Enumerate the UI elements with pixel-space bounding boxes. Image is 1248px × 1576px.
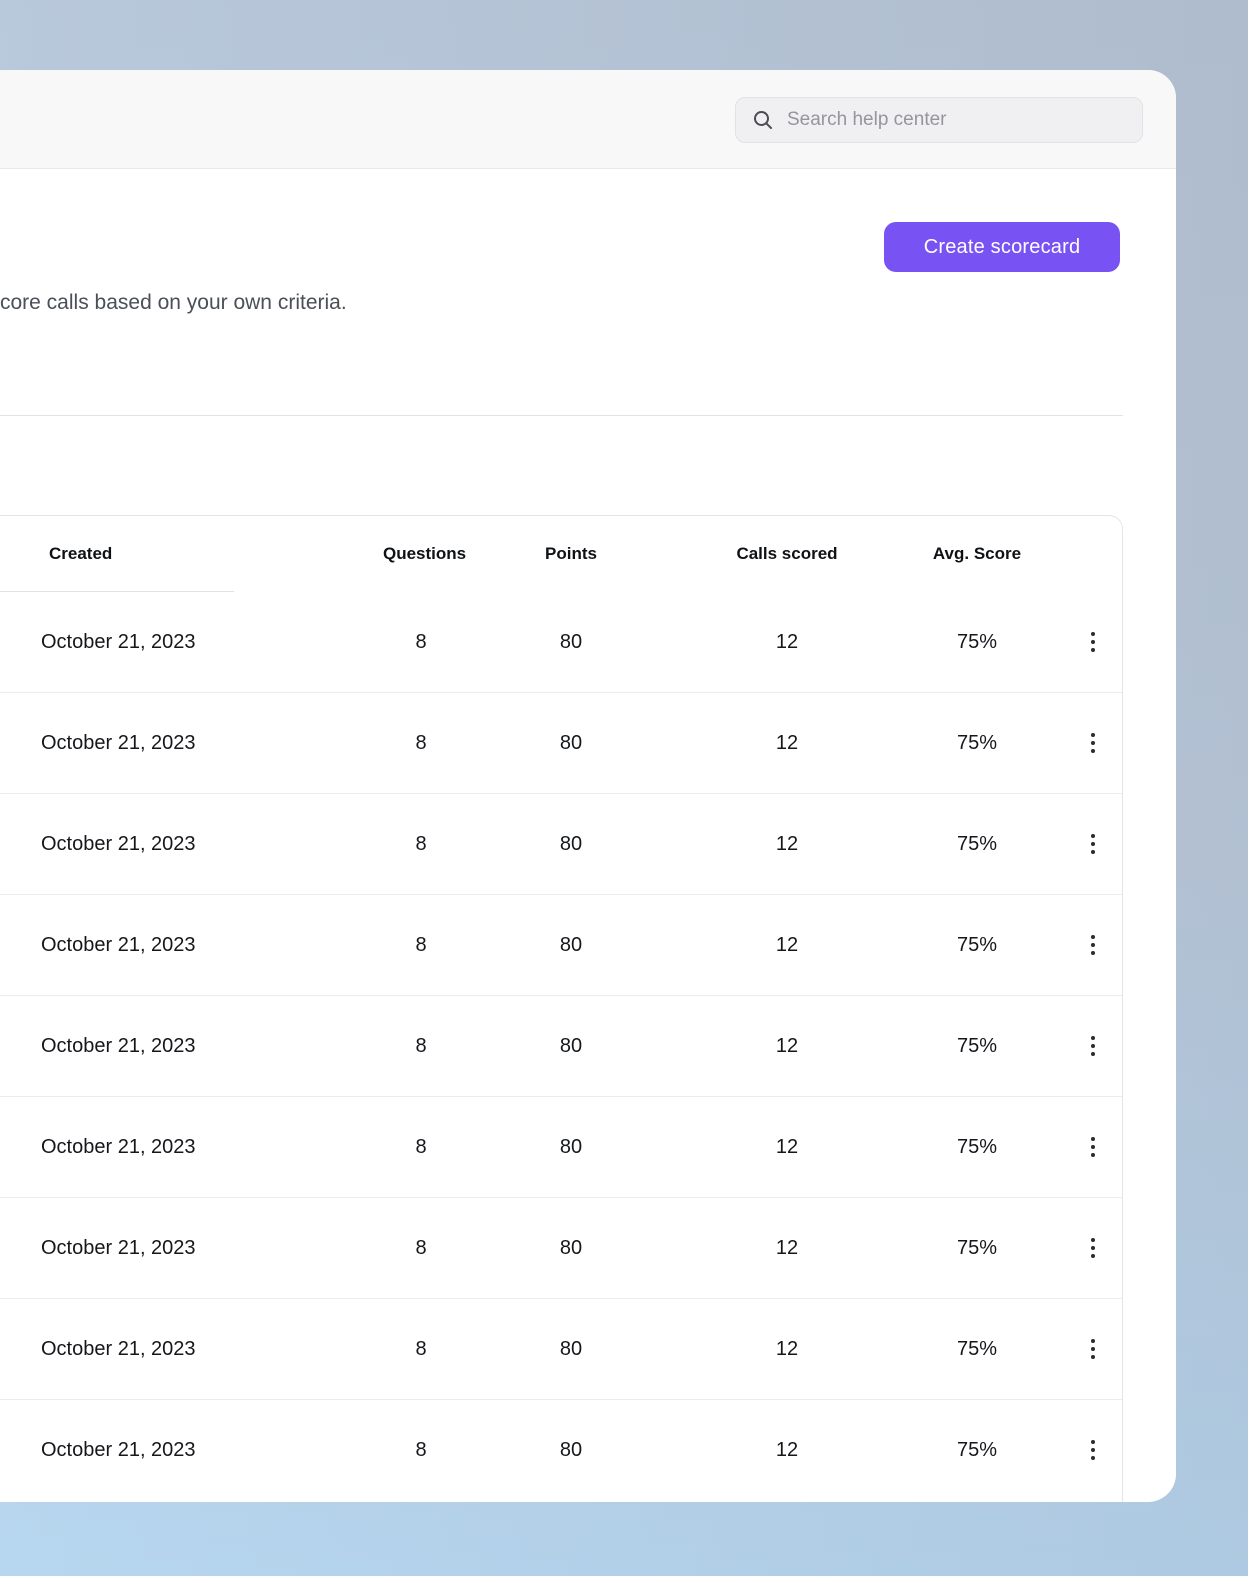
created-column-underline: [0, 591, 234, 592]
cell-avg-score: 75%: [891, 833, 1063, 856]
table-row[interactable]: October 21, 2023 8 80 12 75%: [0, 1197, 1122, 1298]
cell-questions: 8: [383, 1136, 459, 1159]
cell-avg-score: 75%: [891, 1237, 1063, 1260]
cell-created: October 21, 2023: [0, 1439, 383, 1462]
row-menu-button[interactable]: [1073, 1228, 1113, 1268]
cell-calls-scored: 12: [683, 631, 891, 654]
cell-created: October 21, 2023: [0, 631, 383, 654]
cell-points: 80: [459, 1439, 683, 1462]
cell-created: October 21, 2023: [0, 1338, 383, 1361]
cell-calls-scored: 12: [683, 1338, 891, 1361]
help-topbar: [0, 70, 1176, 169]
cell-questions: 8: [383, 1439, 459, 1462]
cell-calls-scored: 12: [683, 1439, 891, 1462]
cell-avg-score: 75%: [891, 1439, 1063, 1462]
column-header-questions: Questions: [383, 544, 459, 564]
page-description: core calls based on your own criteria.: [0, 291, 347, 315]
kebab-menu-icon: [1091, 640, 1095, 644]
search-icon: [752, 109, 774, 131]
kebab-menu-icon: [1091, 1347, 1095, 1351]
cell-calls-scored: 12: [683, 1136, 891, 1159]
column-header-calls-scored: Calls scored: [683, 544, 891, 564]
cell-calls-scored: 12: [683, 833, 891, 856]
cell-avg-score: 75%: [891, 934, 1063, 957]
table-row[interactable]: October 21, 2023 8 80 12 75%: [0, 1298, 1122, 1399]
table-row[interactable]: October 21, 2023 8 80 12 75%: [0, 1399, 1122, 1500]
table-body: October 21, 2023 8 80 12 75% October 21,…: [0, 592, 1122, 1500]
table-row[interactable]: October 21, 2023 8 80 12 75%: [0, 1096, 1122, 1197]
row-menu-button[interactable]: [1073, 925, 1113, 965]
table-row[interactable]: October 21, 2023 8 80 12 75%: [0, 692, 1122, 793]
table-row[interactable]: October 21, 2023 8 80 12 75%: [0, 995, 1122, 1096]
cell-points: 80: [459, 631, 683, 654]
cell-points: 80: [459, 1035, 683, 1058]
cell-avg-score: 75%: [891, 1035, 1063, 1058]
cell-created: October 21, 2023: [0, 833, 383, 856]
cell-avg-score: 75%: [891, 631, 1063, 654]
kebab-menu-icon: [1091, 842, 1095, 846]
cell-created: October 21, 2023: [0, 732, 383, 755]
cell-created: October 21, 2023: [0, 1136, 383, 1159]
table-row[interactable]: October 21, 2023 8 80 12 75%: [0, 894, 1122, 995]
create-scorecard-button[interactable]: Create scorecard: [884, 222, 1120, 272]
row-menu-button[interactable]: [1073, 723, 1113, 763]
search-input[interactable]: [785, 108, 1128, 132]
kebab-menu-icon: [1091, 943, 1095, 947]
kebab-menu-icon: [1091, 741, 1095, 745]
kebab-menu-icon: [1091, 1145, 1095, 1149]
cell-calls-scored: 12: [683, 1237, 891, 1260]
row-menu-button[interactable]: [1073, 1329, 1113, 1369]
cell-avg-score: 75%: [891, 1338, 1063, 1361]
kebab-menu-icon: [1091, 1246, 1095, 1250]
column-header-avg-score: Avg. Score: [891, 544, 1063, 564]
kebab-menu-icon: [1091, 1448, 1095, 1452]
cell-created: October 21, 2023: [0, 1237, 383, 1260]
search-box[interactable]: [735, 97, 1143, 143]
cell-points: 80: [459, 934, 683, 957]
kebab-menu-icon: [1091, 1044, 1095, 1048]
cell-questions: 8: [383, 1035, 459, 1058]
cell-created: October 21, 2023: [0, 1035, 383, 1058]
cell-avg-score: 75%: [891, 1136, 1063, 1159]
row-menu-button[interactable]: [1073, 824, 1113, 864]
scorecards-table: Created Questions Points Calls scored Av…: [0, 515, 1123, 1502]
row-menu-button[interactable]: [1073, 622, 1113, 662]
cell-questions: 8: [383, 1237, 459, 1260]
cell-points: 80: [459, 1237, 683, 1260]
column-header-points: Points: [459, 544, 683, 564]
table-row[interactable]: October 21, 2023 8 80 12 75%: [0, 793, 1122, 894]
cell-created: October 21, 2023: [0, 934, 383, 957]
cell-points: 80: [459, 732, 683, 755]
row-menu-button[interactable]: [1073, 1026, 1113, 1066]
cell-calls-scored: 12: [683, 1035, 891, 1058]
cell-calls-scored: 12: [683, 934, 891, 957]
row-menu-button[interactable]: [1073, 1127, 1113, 1167]
cell-avg-score: 75%: [891, 732, 1063, 755]
cell-questions: 8: [383, 833, 459, 856]
cell-calls-scored: 12: [683, 732, 891, 755]
cell-questions: 8: [383, 934, 459, 957]
cell-points: 80: [459, 833, 683, 856]
cell-questions: 8: [383, 631, 459, 654]
row-menu-button[interactable]: [1073, 1430, 1113, 1470]
column-header-created: Created: [0, 544, 383, 564]
cell-questions: 8: [383, 1338, 459, 1361]
cell-points: 80: [459, 1338, 683, 1361]
cell-questions: 8: [383, 732, 459, 755]
table-header-row: Created Questions Points Calls scored Av…: [0, 516, 1122, 592]
app-panel: Create scorecard core calls based on you…: [0, 70, 1176, 1502]
cell-points: 80: [459, 1136, 683, 1159]
table-row[interactable]: October 21, 2023 8 80 12 75%: [0, 592, 1122, 692]
section-divider: [0, 415, 1123, 416]
